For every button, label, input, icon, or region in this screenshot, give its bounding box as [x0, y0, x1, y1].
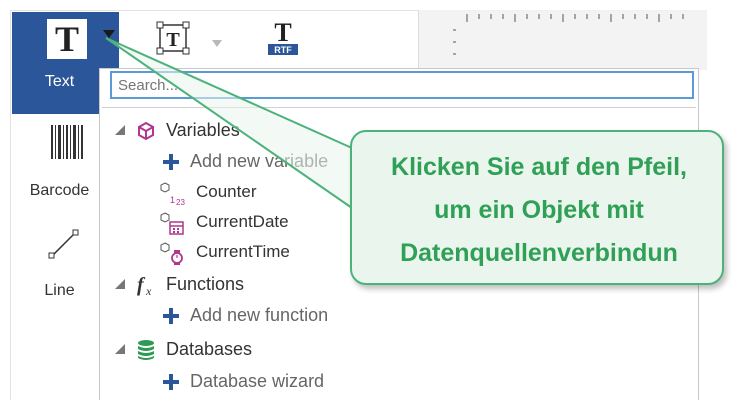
tree-node-databases[interactable]: Databases [102, 337, 692, 365]
expanded-triangle-icon[interactable] [114, 343, 126, 355]
plus-icon [163, 308, 179, 324]
svg-text:1: 1 [170, 195, 175, 205]
text-tool-icon: T [47, 19, 87, 59]
expanded-triangle-icon[interactable] [114, 124, 126, 136]
barcode-tool-label: Barcode [29, 182, 90, 199]
search-input[interactable] [110, 71, 694, 99]
variable-cube-icon [138, 121, 154, 141]
ruler-ticks [453, 14, 684, 55]
rtf-badge: RTF [274, 45, 292, 55]
time-variable-icon [160, 242, 183, 265]
text-tool-button[interactable]: T Text [12, 12, 107, 114]
svg-text:x: x [145, 284, 152, 298]
functions-label: Functions [166, 274, 245, 294]
database-wizard-item[interactable]: Database wizard [102, 369, 692, 397]
object-toolbox: T Text Barcode Line [12, 12, 107, 392]
add-new-variable-label: Add new variable [190, 151, 329, 171]
plus-icon [163, 374, 179, 390]
barcode-icon [51, 125, 83, 159]
add-new-function-label: Add new function [190, 305, 329, 325]
current-time-label: CurrentTime [196, 242, 290, 261]
callout-line-3: Datenquellenverbindun [400, 239, 678, 267]
line-icon [48, 229, 79, 259]
svg-text:f: f [137, 274, 146, 296]
expanded-triangle-icon[interactable] [114, 278, 126, 290]
callout-line-1: Klicken Sie auf den Pfeil, [391, 153, 687, 181]
database-wizard-label: Database wizard [190, 371, 325, 391]
database-icon [138, 340, 154, 360]
text-box-icon[interactable]: T [155, 20, 191, 56]
line-tool-label: Line [44, 282, 75, 299]
text-box-dropdown-arrow-icon[interactable] [212, 40, 222, 47]
add-new-function-item[interactable]: Add new function [102, 303, 692, 331]
callout-text: Klicken Sie auf den Pfeil, um ein Objekt… [352, 146, 726, 275]
counter-label: Counter [196, 182, 257, 201]
instruction-callout: Klicken Sie auf den Pfeil, um ein Objekt… [350, 130, 724, 285]
function-fx-icon: f x [137, 274, 152, 298]
svg-text:T: T [274, 18, 291, 47]
date-variable-icon [160, 212, 184, 235]
callout-line-2: um ein Objekt mit [434, 196, 644, 224]
text-tool-dropdown-button[interactable] [99, 12, 119, 68]
rich-text-icon[interactable]: T RTF [265, 18, 301, 58]
ruler [418, 10, 707, 70]
svg-text:23: 23 [176, 198, 185, 206]
variables-label: Variables [166, 120, 240, 140]
current-date-label: CurrentDate [196, 212, 289, 231]
dropdown-arrow-icon [103, 30, 115, 38]
line-tool-button[interactable]: Line [12, 220, 107, 310]
databases-label: Databases [166, 339, 253, 359]
counter-variable-icon: 1 23 [160, 182, 185, 206]
text-tool-label: Text [44, 73, 75, 90]
svg-text:T: T [166, 29, 180, 51]
barcode-tool-button[interactable]: Barcode [12, 120, 107, 210]
plus-icon [163, 154, 179, 170]
